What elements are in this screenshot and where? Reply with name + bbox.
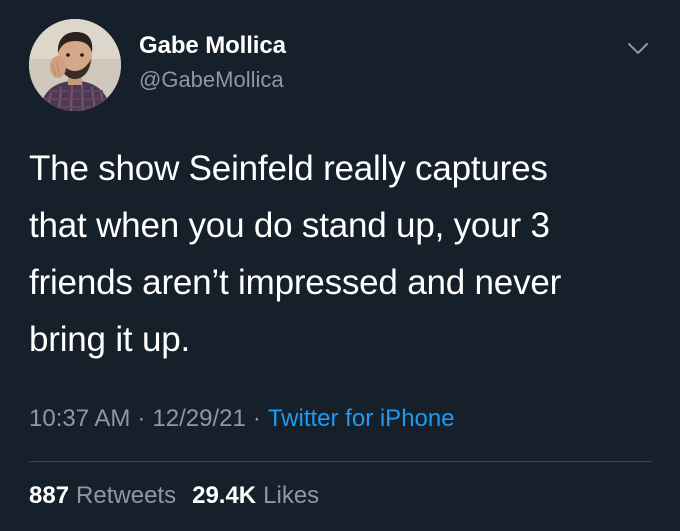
tweet-text: The show Seinfeld really captures that w… [29,149,562,359]
tweet-metadata: 10:37 AM · 12/29/21 · Twitter for iPhone [29,405,455,433]
author-identity: Gabe Mollica @GabeMollica [139,32,286,92]
retweets-count: 887 [29,482,70,509]
likes-count: 29.4K [192,482,257,509]
user-handle[interactable]: @GabeMollica [139,67,286,92]
divider [29,461,652,462]
avatar[interactable] [29,19,121,111]
profile-photo-icon [29,19,121,111]
tweet-source-link[interactable]: Twitter for iPhone [268,405,455,433]
meta-separator: · [252,405,261,432]
meta-separator: · [137,405,146,432]
tweet-date[interactable]: 12/29/21 [152,405,245,433]
retweets-stat[interactable]: 887 Retweets [29,482,176,510]
tweet-stats: 887 Retweets 29.4K Likes [29,482,319,510]
tweet-card: Gabe Mollica @GabeMollica The show Seinf… [0,0,680,531]
likes-stat[interactable]: 29.4K Likes [192,482,319,510]
tweet-time[interactable]: 10:37 AM [29,405,130,433]
retweets-label: Retweets [76,482,177,509]
likes-label: Likes [263,482,320,509]
tweet-header: Gabe Mollica @GabeMollica [29,17,652,113]
tweet-menu-button[interactable] [624,35,652,63]
chevron-down-icon [628,43,648,54]
display-name[interactable]: Gabe Mollica [139,32,286,60]
